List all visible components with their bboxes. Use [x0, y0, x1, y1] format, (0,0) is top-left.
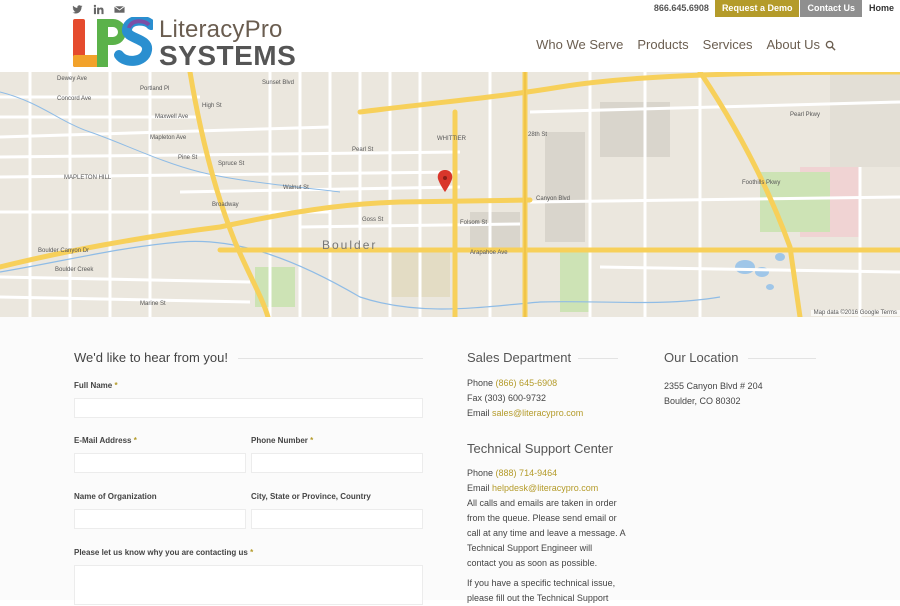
contact-us-button[interactable]: Contact Us	[800, 0, 862, 17]
full-name-field[interactable]	[74, 398, 423, 418]
map-label: Arapahoe Ave	[470, 250, 508, 256]
map-label: Walnut St	[283, 185, 309, 191]
map-label: Goss St	[362, 217, 384, 223]
sales-phone: Phone (866) 645-6908	[467, 378, 558, 388]
organization-field[interactable]	[74, 509, 246, 529]
map-label: Pearl Pkwy	[790, 112, 821, 118]
location-title: Our Location	[664, 350, 739, 365]
divider	[578, 358, 618, 359]
map-label: Pine St	[178, 155, 198, 161]
map-label: Foothills Pkwy	[742, 180, 781, 186]
phone-label: Phone Number *	[251, 436, 314, 445]
organization-label: Name of Organization	[74, 492, 157, 501]
map-label: Marine St	[140, 301, 166, 307]
map-label: Pearl St	[352, 147, 374, 153]
support-phone: Phone (888) 714-9464	[467, 468, 558, 478]
map-label: Folsom St	[460, 220, 488, 226]
support-phone-link[interactable]: (888) 714-9464	[496, 468, 558, 478]
map-label: High St	[202, 103, 222, 109]
map-label: Dewey Ave	[57, 76, 87, 82]
map-label: Sunset Blvd	[262, 80, 295, 86]
logo-text-systems: SYSTEMS	[159, 40, 297, 71]
phone-field[interactable]	[251, 453, 423, 473]
sales-phone-link[interactable]: (866) 645-6908	[496, 378, 558, 388]
map-label: WHITTIER	[437, 136, 466, 142]
nav-about-us[interactable]: About Us	[767, 37, 820, 52]
sales-email: Email sales@literacypro.com	[467, 408, 584, 418]
header-phone[interactable]: 866.645.6908	[654, 0, 715, 17]
request-demo-button[interactable]: Request a Demo	[714, 0, 800, 17]
support-email-link[interactable]: helpdesk@literacypro.com	[492, 483, 598, 493]
utility-bar: 866.645.6908 Request a Demo Contact Us H…	[654, 0, 896, 17]
map-label: MAPLETON HILL	[64, 175, 112, 181]
contact-section: We'd like to hear from you! Full Name * …	[0, 317, 900, 605]
address-line-2: Boulder, CO 80302	[664, 396, 741, 406]
map-label: Concord Ave	[57, 96, 92, 102]
map-label: Portland Pl	[140, 86, 170, 92]
full-name-label: Full Name *	[74, 381, 118, 390]
map-label: Mapleton Ave	[150, 135, 187, 141]
map-label: Broadway	[212, 202, 239, 208]
mail-icon[interactable]	[114, 2, 126, 14]
map-canvas	[0, 72, 900, 317]
nav-who-we-serve[interactable]: Who We Serve	[536, 37, 623, 52]
reason-label: Please let us know why you are contactin…	[74, 548, 254, 557]
home-link[interactable]: Home	[862, 0, 896, 17]
divider	[238, 358, 423, 359]
form-title: We'd like to hear from you!	[74, 350, 228, 365]
google-map[interactable]: Dewey Ave Concord Ave Portland Pl Maxwel…	[0, 72, 900, 317]
lps-logo-mark	[73, 17, 153, 67]
support-paragraph: All calls and emails are taken in order …	[467, 498, 626, 568]
city-field[interactable]	[251, 509, 423, 529]
email-field[interactable]	[74, 453, 246, 473]
reason-textarea[interactable]	[74, 565, 423, 605]
city-label: City, State or Province, Country	[251, 492, 371, 501]
search-icon[interactable]	[825, 39, 836, 51]
twitter-icon[interactable]	[72, 2, 84, 14]
linkedin-icon[interactable]	[93, 2, 105, 15]
map-credit[interactable]: Map data ©2016 Google Terms	[810, 310, 900, 316]
map-label: Canyon Blvd	[536, 196, 571, 202]
site-logo[interactable]: LiteracyPro SYSTEMS	[73, 16, 308, 71]
support-paragraph-2: If you have a specific technical issue, …	[467, 578, 616, 603]
map-town-label: Boulder	[322, 238, 378, 252]
map-label: Boulder Canyon Dr	[38, 248, 90, 254]
email-label: E-Mail Address *	[74, 436, 137, 445]
address-line-1: 2355 Canyon Blvd # 204	[664, 381, 763, 391]
nav-services[interactable]: Services	[703, 37, 753, 52]
main-nav: Who We Serve Products Services About Us	[536, 37, 836, 52]
sales-title: Sales Department	[467, 350, 572, 365]
map-label: Maxwell Ave	[155, 114, 189, 120]
map-label: Boulder Creek	[55, 267, 94, 273]
support-email: Email helpdesk@literacypro.com	[467, 483, 599, 493]
support-title: Technical Support Center	[467, 441, 613, 456]
map-label: 28th St	[528, 132, 548, 138]
social-links	[72, 2, 126, 15]
site-header: 866.645.6908 Request a Demo Contact Us H…	[0, 0, 900, 72]
sales-email-link[interactable]: sales@literacypro.com	[492, 408, 583, 418]
nav-products[interactable]: Products	[637, 37, 688, 52]
sales-fax: Fax (303) 600-9732	[467, 393, 547, 403]
map-label: Spruce St	[218, 161, 245, 167]
divider	[748, 358, 816, 359]
